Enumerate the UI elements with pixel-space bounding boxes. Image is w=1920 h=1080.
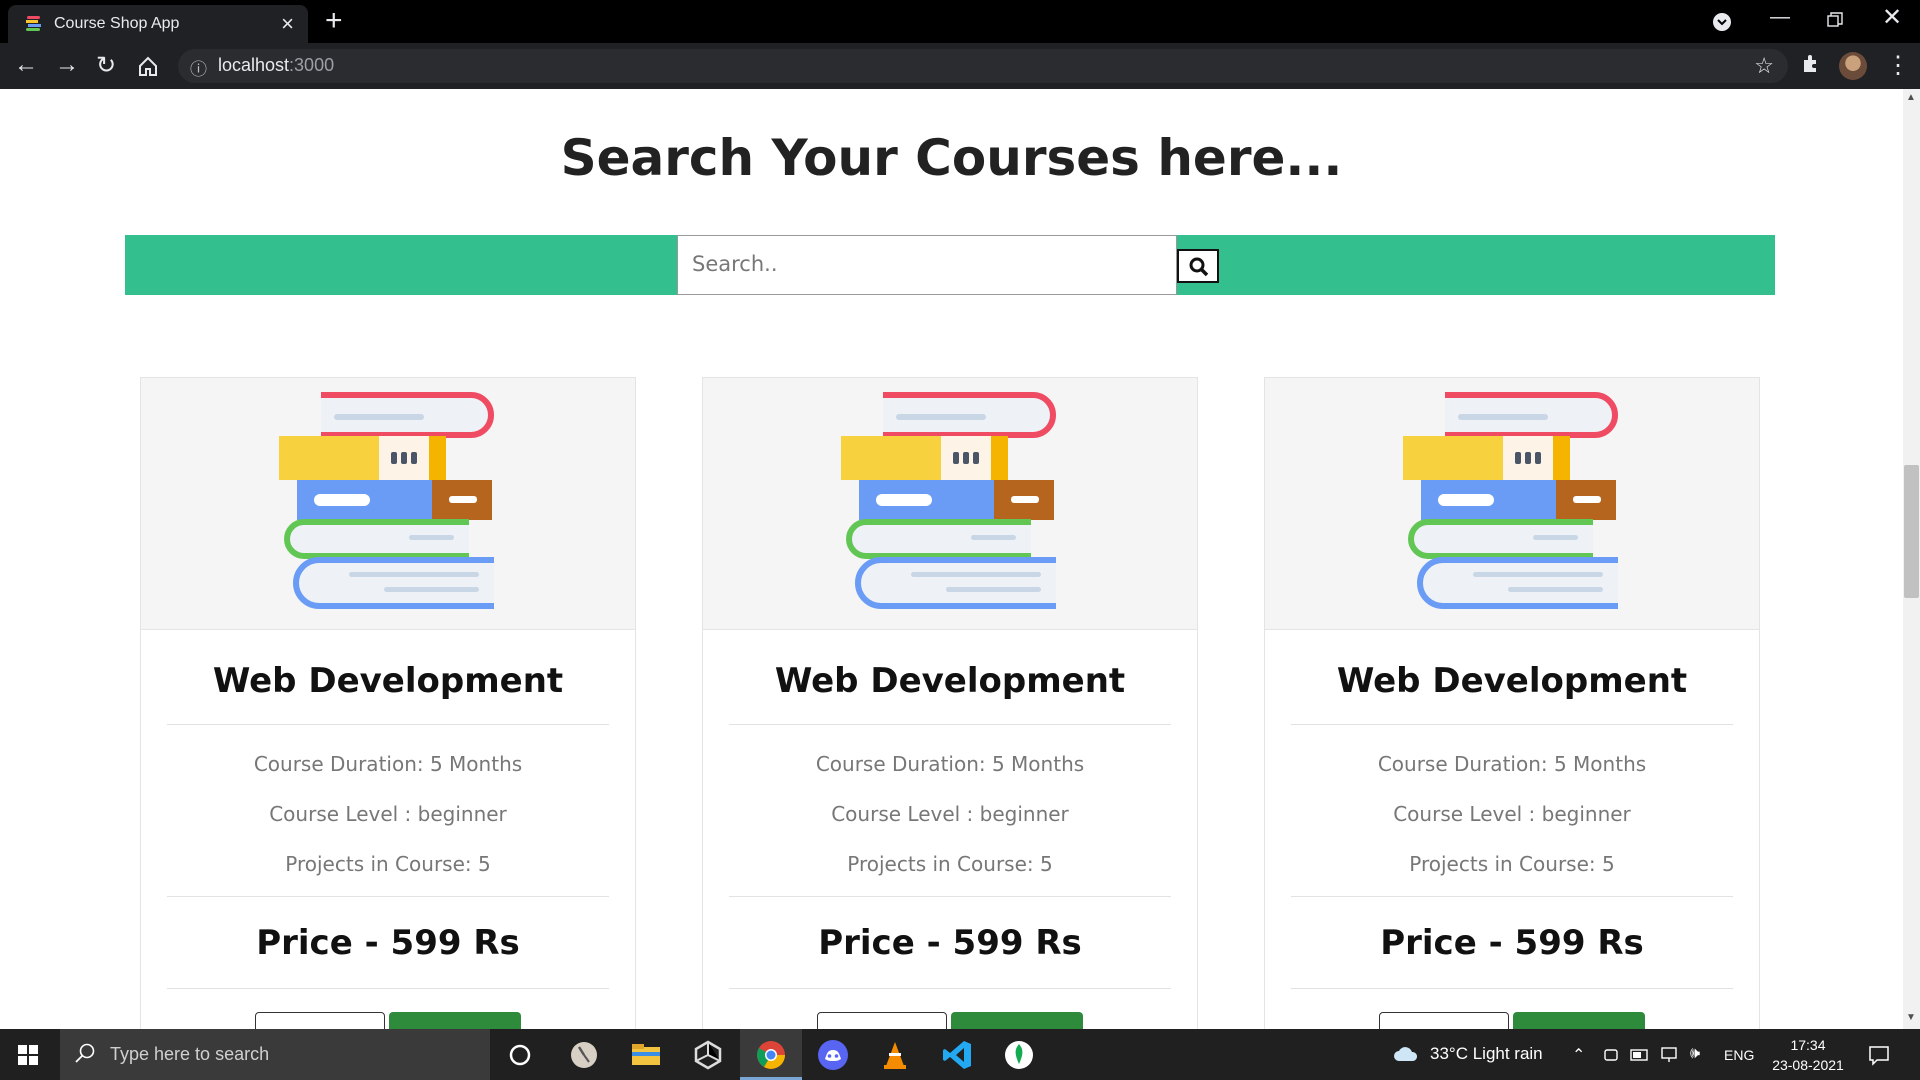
divider — [1291, 724, 1733, 725]
page-viewport: Search Your Courses here... Search.. Web… — [0, 89, 1903, 1029]
page-heading: Search Your Courses here... — [560, 129, 1343, 187]
clock-date: 23-08-2021 — [1772, 1057, 1844, 1073]
browser-tab[interactable]: Course Shop App × — [8, 5, 308, 43]
course-image — [1265, 378, 1759, 630]
discord-icon[interactable] — [817, 1039, 849, 1071]
windows-start-icon[interactable] — [18, 1045, 38, 1065]
taskbar-clock[interactable]: 17:34 23-08-2021 — [1768, 1035, 1848, 1075]
course-image — [141, 378, 635, 630]
books-favicon-icon — [26, 16, 41, 31]
details-button[interactable] — [817, 1012, 947, 1029]
details-button[interactable] — [1379, 1012, 1509, 1029]
books-stack-icon — [1403, 392, 1618, 609]
divider — [729, 724, 1171, 725]
search-input[interactable]: Search.. — [677, 235, 1177, 295]
course-level: Course Level : beginner — [1393, 802, 1631, 826]
course-level: Course Level : beginner — [831, 802, 1069, 826]
network-icon[interactable] — [1660, 1046, 1680, 1064]
new-tab-icon[interactable]: + — [325, 4, 343, 38]
course-projects: Projects in Course: 5 — [847, 852, 1053, 876]
extensions-icon[interactable] — [1800, 52, 1822, 74]
vscode-icon[interactable] — [941, 1039, 973, 1071]
tray-overflow-chevron-icon[interactable]: ⌃ — [1572, 1045, 1585, 1065]
details-button[interactable] — [255, 1012, 385, 1029]
back-icon[interactable]: ← — [14, 51, 38, 79]
search-button[interactable] — [1177, 249, 1219, 283]
search-icon — [1189, 257, 1209, 277]
url-text: localhost:3000 — [218, 55, 335, 75]
cortana-icon[interactable] — [504, 1039, 536, 1071]
scrollbar-thumb[interactable] — [1904, 465, 1919, 598]
course-card: Web Development Course Duration: 5 Month… — [1264, 377, 1760, 1029]
browser-tab-bar: Course Shop App × + — ✕ — [0, 0, 1920, 43]
chrome-icon[interactable] — [755, 1039, 787, 1071]
tab-title: Course Shop App — [54, 15, 180, 32]
search-band: Search.. — [125, 235, 1775, 295]
site-info-icon[interactable]: ⓘ — [190, 55, 207, 80]
divider — [167, 724, 609, 725]
window-close-icon[interactable]: ✕ — [1882, 3, 1902, 32]
tab-search-icon[interactable] — [1712, 12, 1732, 32]
volume-icon[interactable]: 🕪 — [1690, 1045, 1700, 1063]
mongodb-compass-icon[interactable] — [1003, 1039, 1035, 1071]
forward-icon[interactable]: → — [55, 51, 79, 79]
books-stack-icon — [279, 392, 494, 609]
course-image — [703, 378, 1197, 630]
weather-cloud-icon[interactable] — [1393, 1043, 1419, 1065]
language-indicator[interactable]: ENG — [1724, 1047, 1754, 1063]
course-duration: Course Duration: 5 Months — [1377, 752, 1647, 776]
course-card: Web Development Course Duration: 5 Month… — [140, 377, 636, 1029]
buy-button[interactable] — [389, 1012, 521, 1029]
course-title: Web Development — [212, 661, 564, 701]
unity-icon[interactable] — [692, 1039, 724, 1071]
search-icon — [75, 1043, 95, 1063]
taskbar-search-placeholder: Type here to search — [110, 1044, 270, 1064]
buy-button[interactable] — [951, 1012, 1083, 1029]
clock-time: 17:34 — [1790, 1037, 1826, 1053]
clock-app-icon[interactable] — [568, 1039, 600, 1071]
tab-close-icon[interactable]: × — [281, 11, 294, 37]
course-title: Web Development — [1336, 661, 1688, 701]
divider — [167, 896, 609, 897]
taskbar-search[interactable]: Type here to search — [60, 1029, 490, 1080]
file-explorer-icon[interactable] — [630, 1039, 662, 1071]
buy-button[interactable] — [1513, 1012, 1645, 1029]
reload-icon[interactable]: ↻ — [96, 51, 116, 80]
course-duration: Course Duration: 5 Months — [815, 752, 1085, 776]
browser-menu-icon[interactable]: ⋮ — [1886, 51, 1910, 80]
divider — [167, 988, 609, 989]
course-card: Web Development Course Duration: 5 Month… — [702, 377, 1198, 1029]
course-projects: Projects in Course: 5 — [285, 852, 491, 876]
books-stack-icon — [841, 392, 1056, 609]
weather-text[interactable]: 33°C Light rain — [1430, 1044, 1543, 1064]
restore-icon[interactable] — [1827, 12, 1843, 28]
notification-center-icon[interactable] — [1868, 1044, 1890, 1066]
course-projects: Projects in Course: 5 — [1409, 852, 1615, 876]
divider — [1291, 896, 1733, 897]
divider — [1291, 988, 1733, 989]
course-price: Price - 599 Rs — [1380, 923, 1644, 963]
home-icon[interactable] — [137, 55, 159, 77]
meet-now-icon[interactable] — [1603, 1047, 1619, 1063]
scroll-up-arrow-icon[interactable]: ▲ — [1906, 92, 1916, 103]
course-title: Web Development — [774, 661, 1126, 701]
address-bar[interactable]: ⓘ localhost:3000 ☆ — [178, 49, 1788, 83]
browser-toolbar: ← → ↻ ⓘ localhost:3000 ☆ ⋮ — [0, 43, 1920, 89]
scroll-down-arrow-icon[interactable]: ▼ — [1906, 1012, 1916, 1023]
course-price: Price - 599 Rs — [256, 923, 520, 963]
divider — [729, 988, 1171, 989]
course-duration: Course Duration: 5 Months — [253, 752, 523, 776]
bookmark-star-icon[interactable]: ☆ — [1754, 53, 1774, 79]
vlc-icon[interactable] — [879, 1039, 911, 1071]
divider — [729, 896, 1171, 897]
profile-avatar[interactable] — [1839, 52, 1867, 80]
course-level: Course Level : beginner — [269, 802, 507, 826]
minimize-icon[interactable]: — — [1770, 6, 1790, 29]
course-price: Price - 599 Rs — [818, 923, 1082, 963]
battery-icon[interactable] — [1630, 1049, 1650, 1061]
windows-taskbar: Type here to search 33°C Light rain ⌃ 🕪 … — [0, 1029, 1920, 1080]
